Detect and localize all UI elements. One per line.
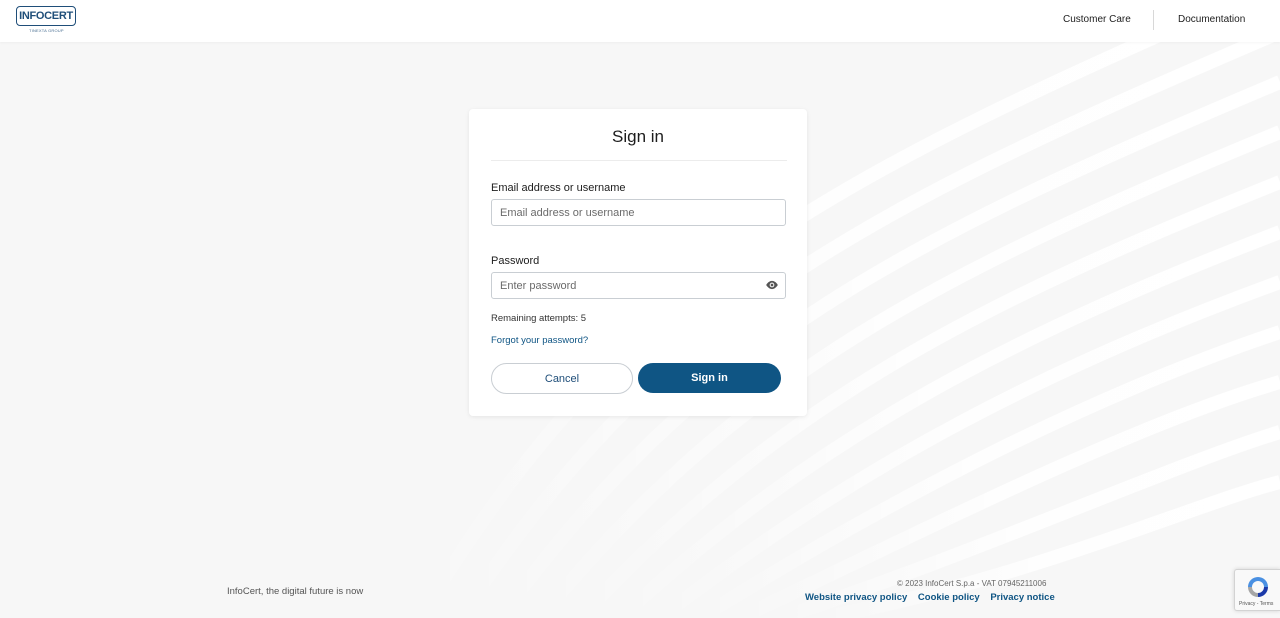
recaptcha-text: Privacy - Terms bbox=[1239, 601, 1274, 607]
recaptcha-badge[interactable]: Privacy - Terms bbox=[1234, 569, 1280, 611]
top-header: INFOCERT TINEXTA GROUP Customer Care Doc… bbox=[0, 0, 1280, 42]
privacy-notice-link[interactable]: Privacy notice bbox=[990, 592, 1054, 603]
nav-customer-care-link[interactable]: Customer Care bbox=[1063, 14, 1131, 25]
email-label: Email address or username bbox=[491, 182, 626, 194]
logo-box: INFOCERT bbox=[16, 6, 76, 26]
footer-copyright: © 2023 InfoCert S.p.a - VAT 07945211006 bbox=[897, 579, 1047, 588]
signin-card: Sign in Email address or username Passwo… bbox=[469, 109, 807, 416]
nav-divider bbox=[1153, 10, 1154, 30]
password-input[interactable] bbox=[491, 272, 786, 299]
password-label: Password bbox=[491, 255, 540, 267]
nav-documentation-link[interactable]: Documentation bbox=[1178, 14, 1245, 25]
forgot-password-link[interactable]: Forgot your password? bbox=[491, 335, 588, 346]
footer-links: Website privacy policy Cookie policy Pri… bbox=[805, 592, 1055, 603]
remaining-attempts-text: Remaining attempts: 5 bbox=[491, 313, 587, 324]
email-input[interactable] bbox=[491, 199, 786, 226]
signin-button[interactable]: Sign in bbox=[638, 363, 781, 393]
footer-tagline: InfoCert, the digital future is now bbox=[227, 586, 364, 597]
recaptcha-icon bbox=[1248, 577, 1268, 597]
signin-title: Sign in bbox=[612, 127, 664, 146]
cookie-policy-link[interactable]: Cookie policy bbox=[918, 592, 980, 603]
logo-text: INFOCERT bbox=[19, 10, 73, 22]
logo-subtext: TINEXTA GROUP bbox=[29, 28, 64, 33]
eye-icon[interactable] bbox=[765, 279, 779, 291]
infocert-logo[interactable]: INFOCERT TINEXTA GROUP bbox=[16, 6, 76, 34]
website-privacy-policy-link[interactable]: Website privacy policy bbox=[805, 592, 907, 603]
title-separator bbox=[491, 160, 787, 161]
cancel-button[interactable]: Cancel bbox=[491, 363, 633, 394]
